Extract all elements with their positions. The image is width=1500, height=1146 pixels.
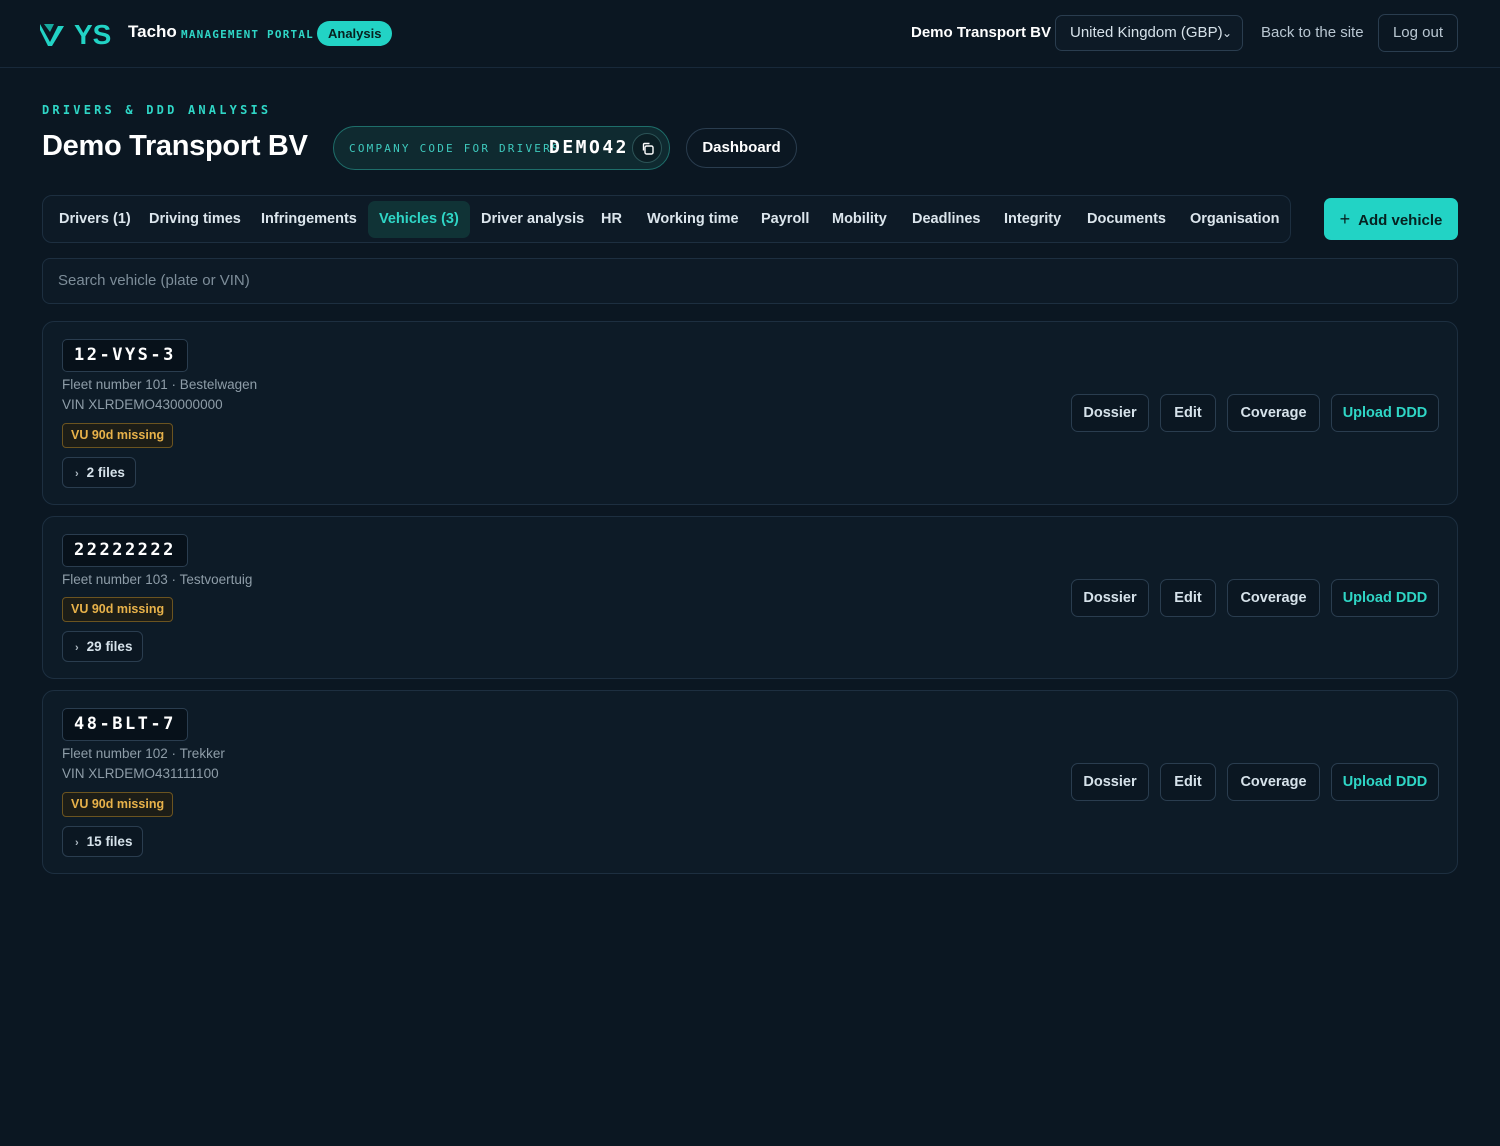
vin-info: VIN XLRDEMO431111100 (62, 766, 219, 781)
tab-hr[interactable]: HR (590, 201, 633, 238)
chevron-right-icon: › (75, 837, 79, 849)
chevron-down-icon: ⌄ (1221, 26, 1232, 40)
coverage-button[interactable]: Coverage (1227, 763, 1320, 801)
dossier-button[interactable]: Dossier (1071, 579, 1149, 617)
top-bar: YS Tacho MANAGEMENT PORTAL Analysis Demo… (0, 0, 1500, 68)
tab-infringements[interactable]: Infringements (250, 201, 368, 238)
chevron-right-icon: › (75, 468, 79, 480)
fleet-info: Fleet number 101 · Bestelwagen (62, 377, 258, 392)
dossier-button[interactable]: Dossier (1071, 394, 1149, 432)
tab-mobility[interactable]: Mobility (821, 201, 898, 238)
copy-icon (642, 142, 654, 155)
add-vehicle-label: Add vehicle (1358, 212, 1443, 229)
vin-info: VIN XLRDEMO430000000 (62, 397, 223, 412)
vehicle-card: 48-BLT-7 Fleet number 102 · Trekker VIN … (42, 690, 1458, 874)
tab-vehicles[interactable]: Vehicles (3) (368, 201, 470, 238)
chevron-right-icon: › (75, 642, 79, 654)
files-toggle[interactable]: › 29 files (62, 631, 144, 662)
tab-documents[interactable]: Documents (1076, 201, 1177, 238)
vehicle-search-input[interactable]: Search vehicle (plate or VIN) (42, 258, 1458, 304)
copy-code-button[interactable] (632, 133, 662, 163)
tab-driver-analysis[interactable]: Driver analysis (470, 201, 595, 238)
status-badge: VU 90d missing (62, 423, 174, 448)
files-toggle[interactable]: › 15 files (62, 826, 144, 857)
fleet-info: Fleet number 102 · Trekker (62, 746, 225, 761)
files-count: 15 files (86, 834, 133, 849)
files-toggle[interactable]: › 2 files (62, 457, 136, 488)
upload-ddd-button[interactable]: Upload DDD (1331, 579, 1439, 617)
edit-button[interactable]: Edit (1160, 579, 1216, 617)
upload-ddd-button[interactable]: Upload DDD (1331, 763, 1439, 801)
back-to-site-link[interactable]: Back to the site (1261, 24, 1364, 41)
fleet-info: Fleet number 103 · Testvoertuig (62, 572, 253, 587)
tab-drivers[interactable]: Drivers (1) (48, 201, 142, 238)
company-code-box: COMPANY CODE FOR DRIVERS DEMO42 (333, 126, 670, 170)
page-eyebrow: DRIVERS & DDD ANALYSIS (42, 103, 272, 117)
files-count: 2 files (86, 465, 125, 480)
company-code-label: COMPANY CODE FOR DRIVERS (349, 142, 561, 155)
vehicle-card: 12-VYS-3 Fleet number 101 · Bestelwagen … (42, 321, 1458, 505)
files-count: 29 files (86, 639, 133, 654)
svg-text:YS: YS (74, 19, 111, 48)
company-code-value: DEMO42 (549, 137, 630, 158)
coverage-button[interactable]: Coverage (1227, 394, 1320, 432)
tab-deadlines[interactable]: Deadlines (901, 201, 992, 238)
edit-button[interactable]: Edit (1160, 394, 1216, 432)
page-title: Demo Transport BV (42, 130, 308, 162)
vys-logo-icon: YS (40, 19, 111, 48)
dossier-button[interactable]: Dossier (1071, 763, 1149, 801)
status-badge: VU 90d missing (62, 597, 174, 622)
upload-ddd-button[interactable]: Upload DDD (1331, 394, 1439, 432)
brand-logo[interactable]: YS (40, 18, 120, 48)
dashboard-button[interactable]: Dashboard (686, 128, 797, 168)
coverage-button[interactable]: Coverage (1227, 579, 1320, 617)
status-badge: VU 90d missing (62, 792, 174, 817)
country-select[interactable]: United Kingdom (GBP) ⌄ (1055, 15, 1243, 51)
edit-button[interactable]: Edit (1160, 763, 1216, 801)
brand-subtitle: MANAGEMENT PORTAL (181, 28, 314, 41)
tab-organisation[interactable]: Organisation (1179, 201, 1290, 238)
tab-payroll[interactable]: Payroll (750, 201, 820, 238)
tab-working-time[interactable]: Working time (636, 201, 750, 238)
company-name: Demo Transport BV (911, 24, 1052, 41)
license-plate: 12-VYS-3 (62, 339, 188, 372)
vehicle-card: 22222222 Fleet number 103 · Testvoertuig… (42, 516, 1458, 679)
tab-driving-times[interactable]: Driving times (138, 201, 252, 238)
brand-name: Tacho (128, 22, 177, 41)
country-select-value: United Kingdom (GBP) (1070, 24, 1223, 41)
add-vehicle-button[interactable]: + Add vehicle (1324, 198, 1458, 240)
plus-icon: + (1339, 209, 1351, 229)
logout-button[interactable]: Log out (1378, 14, 1458, 52)
analysis-pill[interactable]: Analysis (317, 21, 393, 46)
section-tabs: Drivers (1) Driving times Infringements … (42, 195, 1291, 243)
license-plate: 22222222 (62, 534, 188, 567)
tab-integrity[interactable]: Integrity (993, 201, 1072, 238)
license-plate: 48-BLT-7 (62, 708, 188, 741)
